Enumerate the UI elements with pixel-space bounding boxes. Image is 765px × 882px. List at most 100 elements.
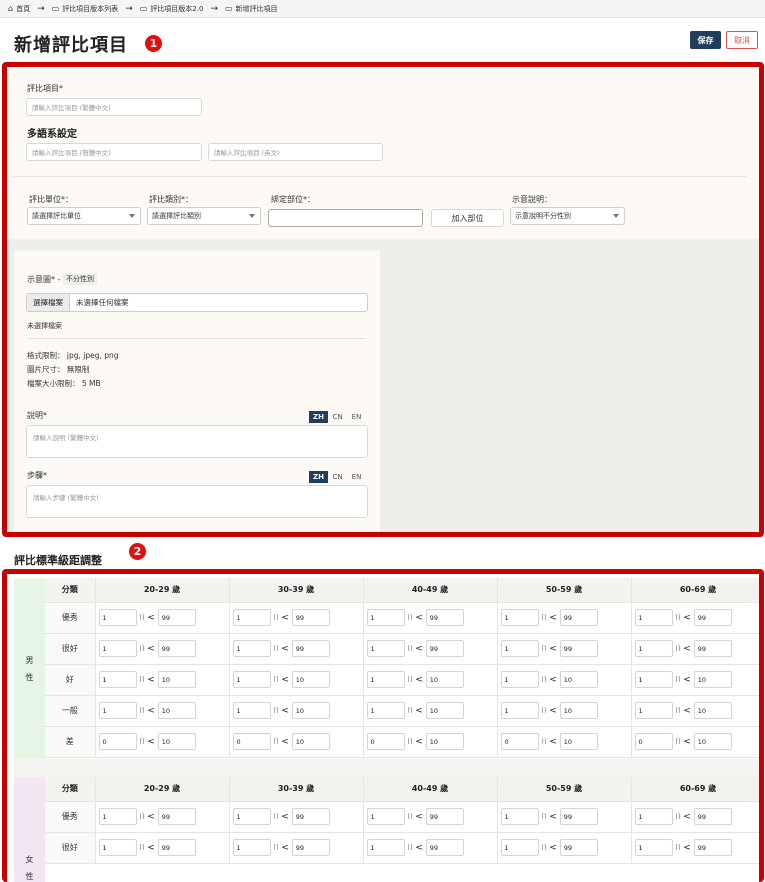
max-input[interactable]: 99 [693, 609, 732, 626]
min-input[interactable]: 1 [232, 671, 271, 688]
min-input[interactable]: 1 [366, 839, 405, 856]
breadcrumb-version-list[interactable]: ▭ 評比項目版本列表 [52, 4, 119, 14]
max-input[interactable]: 99 [693, 839, 732, 856]
lang-en-tab[interactable]: EN [347, 471, 366, 483]
min-input[interactable]: 1 [366, 609, 405, 626]
add-part-button[interactable]: 加入部位 [431, 209, 504, 227]
min-input[interactable]: 0 [634, 733, 673, 750]
min-input[interactable]: 1 [366, 702, 405, 719]
file-input[interactable]: 選擇檔案 未選擇任何檔案 [26, 293, 368, 312]
min-input[interactable]: 1 [98, 839, 137, 856]
choose-file-button[interactable]: 選擇檔案 [27, 294, 70, 311]
range-operator: ⌈⌉ < [408, 843, 423, 853]
max-input[interactable]: 99 [425, 839, 464, 856]
max-input[interactable]: 10 [559, 733, 598, 750]
max-input[interactable]: 99 [693, 640, 732, 657]
max-input[interactable]: 10 [157, 702, 196, 719]
item-input-sc[interactable]: 請輸入評比項目 (簡體中文) [26, 143, 202, 161]
max-input[interactable]: 99 [291, 609, 330, 626]
max-input[interactable]: 10 [693, 702, 732, 719]
max-input[interactable]: 99 [559, 609, 598, 626]
max-input[interactable]: 10 [559, 671, 598, 688]
min-input[interactable]: 1 [500, 702, 539, 719]
range-cell: 0 ⌈⌉ <10 [95, 726, 230, 758]
max-input[interactable]: 10 [291, 702, 330, 719]
min-input[interactable]: 1 [232, 808, 271, 825]
steps-textarea[interactable]: 請輸入步驟 (繁體中文) [26, 485, 368, 518]
max-input[interactable]: 99 [693, 808, 732, 825]
min-input[interactable]: 1 [634, 640, 673, 657]
max-input[interactable]: 99 [291, 839, 330, 856]
unit-select[interactable]: 請選擇評比單位 [27, 207, 141, 225]
min-input[interactable]: 1 [366, 671, 405, 688]
min-input[interactable]: 1 [232, 609, 271, 626]
range-cell: 1 ⌈⌉ <10 [229, 664, 364, 696]
min-input[interactable]: 1 [98, 702, 137, 719]
range-inputs: 1 ⌈⌉ <10 [96, 702, 229, 719]
category-select[interactable]: 請選擇評比類別 [147, 207, 261, 225]
max-input[interactable]: 99 [157, 640, 196, 657]
desc-textarea[interactable]: 請輸入說明 (繁體中文) [26, 425, 368, 458]
min-input[interactable]: 1 [98, 808, 137, 825]
bind-part-input[interactable] [268, 209, 423, 227]
demo-select[interactable]: 示意說明不分性別 [510, 207, 625, 225]
min-input[interactable]: 1 [634, 702, 673, 719]
max-input[interactable]: 10 [157, 733, 196, 750]
max-input[interactable]: 10 [425, 733, 464, 750]
lang-en-tab[interactable]: EN [347, 411, 366, 423]
min-input[interactable]: 0 [98, 733, 137, 750]
min-input[interactable]: 1 [500, 808, 539, 825]
max-input[interactable]: 10 [157, 671, 196, 688]
max-input[interactable]: 10 [693, 671, 732, 688]
max-input[interactable]: 99 [559, 839, 598, 856]
min-input[interactable]: 1 [500, 640, 539, 657]
max-input[interactable]: 10 [693, 733, 732, 750]
min-input[interactable]: 1 [500, 839, 539, 856]
min-input[interactable]: 1 [634, 671, 673, 688]
min-input[interactable]: 1 [98, 609, 137, 626]
lang-zh-tab[interactable]: ZH [309, 411, 328, 423]
min-input[interactable]: 1 [500, 671, 539, 688]
max-input[interactable]: 99 [559, 808, 598, 825]
max-input[interactable]: 10 [425, 702, 464, 719]
max-input[interactable]: 10 [559, 702, 598, 719]
min-input[interactable]: 0 [500, 733, 539, 750]
min-input[interactable]: 1 [98, 640, 137, 657]
min-input[interactable]: 1 [366, 640, 405, 657]
lang-zh-tab[interactable]: ZH [309, 471, 328, 483]
max-input[interactable]: 10 [425, 671, 464, 688]
max-input[interactable]: 99 [291, 640, 330, 657]
lang-cn-tab[interactable]: CN [328, 471, 347, 483]
min-input[interactable]: 1 [232, 839, 271, 856]
range-operator: ⌈⌉ < [542, 812, 557, 822]
max-input[interactable]: 99 [425, 609, 464, 626]
max-input[interactable]: 10 [291, 671, 330, 688]
min-input[interactable]: 1 [232, 702, 271, 719]
max-input[interactable]: 99 [157, 808, 196, 825]
max-input[interactable]: 99 [425, 808, 464, 825]
min-input[interactable]: 0 [232, 733, 271, 750]
max-input[interactable]: 99 [157, 839, 196, 856]
max-input[interactable]: 99 [157, 609, 196, 626]
lang-cn-tab[interactable]: CN [328, 411, 347, 423]
min-input[interactable]: 0 [366, 733, 405, 750]
max-input[interactable]: 99 [425, 640, 464, 657]
max-input[interactable]: 99 [291, 808, 330, 825]
item-input[interactable]: 請輸入評比項目 (繁體中文) [26, 98, 202, 116]
max-input[interactable]: 99 [559, 640, 598, 657]
item-input-en[interactable]: 請輸入評比項目 (英文) [208, 143, 383, 161]
breadcrumb-home[interactable]: ⌂ 首頁 [8, 4, 30, 14]
min-input[interactable]: 1 [500, 609, 539, 626]
save-button[interactable]: 保存 [690, 31, 721, 49]
min-input[interactable]: 1 [232, 640, 271, 657]
min-input[interactable]: 1 [634, 808, 673, 825]
min-input[interactable]: 1 [634, 609, 673, 626]
range-inputs: 1 ⌈⌉ <99 [364, 808, 497, 825]
min-input[interactable]: 1 [634, 839, 673, 856]
breadcrumb-version[interactable]: ▭ 評比項目版本2.0 [140, 4, 204, 14]
min-input[interactable]: 1 [98, 671, 137, 688]
min-input[interactable]: 1 [366, 808, 405, 825]
range-operator: ⌈⌉ < [140, 843, 155, 853]
cancel-button[interactable]: 取消 [726, 31, 758, 49]
max-input[interactable]: 10 [291, 733, 330, 750]
